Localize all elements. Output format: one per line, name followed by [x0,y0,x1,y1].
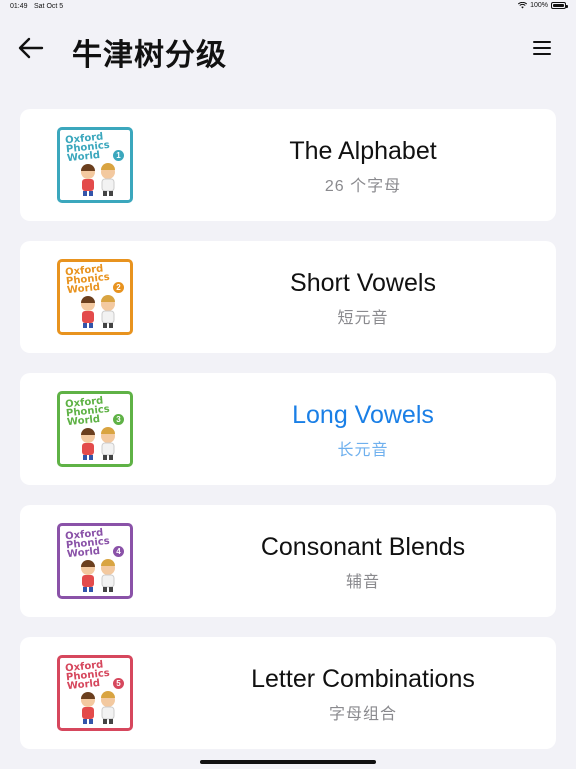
status-bar: 01:49 Sat Oct 5 100% [0,0,576,14]
home-indicator[interactable] [200,760,376,764]
battery-text: 100% [530,2,548,9]
status-time: 01:49 [10,3,28,10]
battery-fill [553,4,564,7]
book-text: Short Vowels 短元音 [170,269,556,328]
book-title: Short Vowels [290,269,436,297]
book-title: Letter Combinations [251,665,475,693]
book-text: Consonant Blends 辅音 [170,533,556,592]
book-subtitle: 短元音 [337,310,389,327]
level-badge: 5 [113,678,124,689]
book-text: Long Vowels 长元音 [170,401,556,460]
navigation-bar: 牛津树分级 [0,22,576,78]
book-title: Consonant Blends [260,533,466,561]
battery-icon [551,2,568,9]
book-list: Oxford Phonics World 1 The Alphabet 26 个… [20,109,556,769]
book-cover-image: Oxford Phonics World 1 [57,127,133,203]
book-subtitle: 26 个字母 [324,178,402,195]
status-date: Sat Oct 5 [34,3,64,10]
status-indicators: 100% [518,2,568,9]
book-card[interactable]: Oxford Phonics World 3 Long Vowels 长元音 [20,373,556,485]
level-badge: 1 [113,150,124,161]
book-cover-image: Oxford Phonics World 5 [57,655,133,731]
children-illustration [81,427,115,460]
book-cover-image: Oxford Phonics World 2 [57,259,133,335]
arrow-left-icon[interactable] [18,36,44,60]
hamburger-menu-icon[interactable] [532,38,552,58]
children-illustration [81,559,115,592]
level-badge: 3 [113,414,124,425]
book-card[interactable]: Oxford Phonics World 4 Consonant Blends … [20,505,556,617]
book-card[interactable]: Oxford Phonics World 5 Letter Combinatio… [20,637,556,749]
book-subtitle: 长元音 [337,442,389,459]
book-text: Letter Combinations 字母组合 [170,665,556,724]
book-card[interactable]: Oxford Phonics World 2 Short Vowels 短元音 [20,241,556,353]
page-title: 牛津树分级 [72,39,227,72]
children-illustration [81,163,115,196]
book-cover-image: Oxford Phonics World 3 [57,391,133,467]
book-subtitle: 辅音 [345,574,380,591]
book-title: The Alphabet [289,137,437,165]
level-badge: 4 [113,546,124,557]
book-text: The Alphabet 26 个字母 [170,137,556,196]
book-cover-image: Oxford Phonics World 4 [57,523,133,599]
book-subtitle: 字母组合 [328,706,397,723]
wifi-icon [518,2,528,9]
children-illustration [81,295,115,328]
children-illustration [81,691,115,724]
book-card[interactable]: Oxford Phonics World 1 The Alphabet 26 个… [20,109,556,221]
level-badge: 2 [113,282,124,293]
book-title: Long Vowels [292,401,434,429]
